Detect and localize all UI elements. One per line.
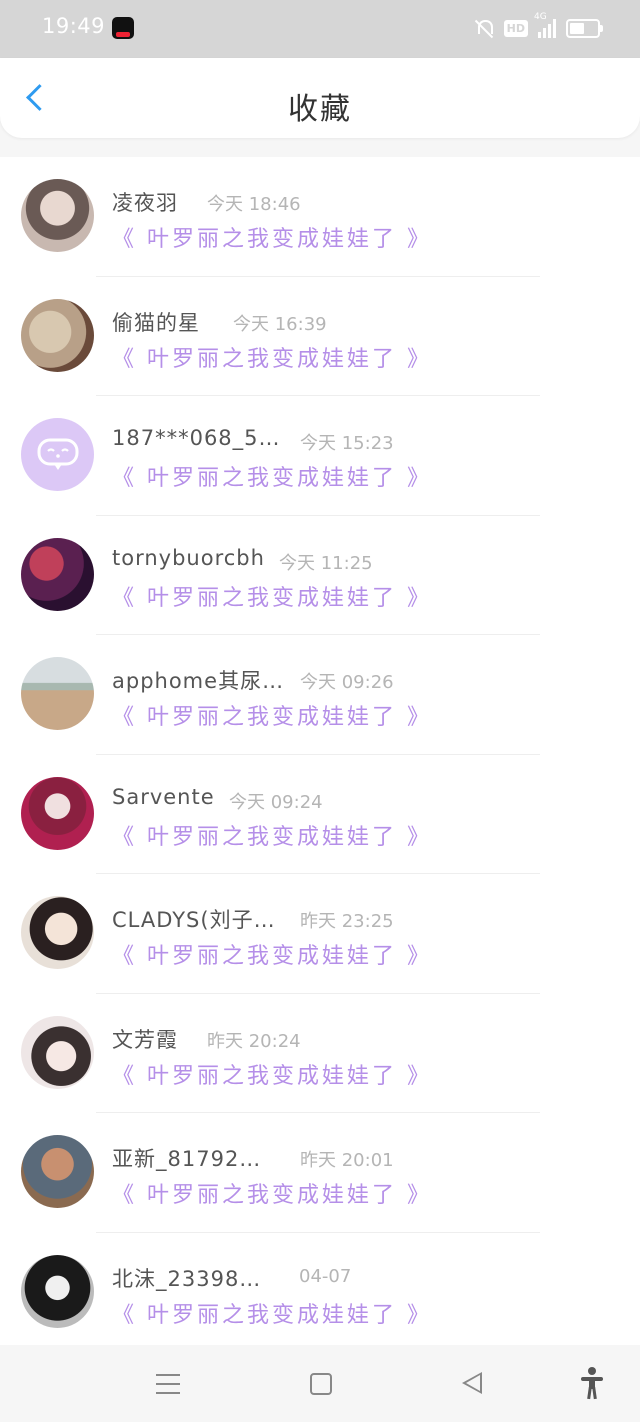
- collect-time: 昨天 20:24: [207, 1030, 301, 1052]
- book-title-link[interactable]: 《 叶罗丽之我变成娃娃了 》: [112, 221, 432, 253]
- avatar[interactable]: [21, 1254, 94, 1328]
- avatar[interactable]: [21, 896, 94, 969]
- book-title-link[interactable]: 《 叶罗丽之我变成娃娃了 》: [112, 1297, 432, 1329]
- book-title-link[interactable]: 《 叶罗丽之我变成娃娃了 》: [112, 938, 432, 970]
- status-icons: HD 4G: [474, 12, 603, 40]
- avatar[interactable]: [21, 298, 94, 372]
- list-item[interactable]: 偷猫的星 今天 16:39 《 叶罗丽之我变成娃娃了 》: [0, 277, 640, 396]
- favorites-list: 凌夜羽 今天 18:46 《 叶罗丽之我变成娃娃了 》 偷猫的星 今天 16:3…: [0, 157, 640, 1352]
- collect-time: 昨天 23:25: [300, 911, 394, 932]
- default-chat-avatar[interactable]: [21, 418, 94, 491]
- system-nav-bar: [0, 1345, 640, 1422]
- back-triangle-icon[interactable]: [462, 1372, 484, 1394]
- user-name: 亚新_81792…: [112, 1147, 262, 1171]
- user-name: tornybuorcbh: [112, 545, 265, 570]
- book-title-link[interactable]: 《 叶罗丽之我变成娃娃了 》: [112, 580, 432, 612]
- list-item[interactable]: 亚新_81792… 昨天 20:01 《 叶罗丽之我变成娃娃了 》: [0, 1113, 640, 1233]
- avatar[interactable]: [21, 657, 94, 730]
- list-item[interactable]: apphome其尿… 今天 09:26 《 叶罗丽之我变成娃娃了 》: [0, 635, 640, 755]
- mute-icon: [474, 18, 494, 38]
- collect-time: 今天 18:46: [207, 194, 301, 215]
- user-name: CLADYS(刘子…: [112, 908, 276, 932]
- collect-time: 今天 16:39: [233, 313, 327, 335]
- list-item[interactable]: 凌夜羽 今天 18:46 《 叶罗丽之我变成娃娃了 》: [0, 157, 640, 277]
- list-item[interactable]: CLADYS(刘子… 昨天 23:25 《 叶罗丽之我变成娃娃了 》: [0, 874, 640, 994]
- page-title: 收藏: [288, 92, 352, 127]
- user-name: 文芳霞: [112, 1027, 178, 1052]
- book-title-link[interactable]: 《 叶罗丽之我变成娃娃了 》: [112, 460, 432, 492]
- tiktok-app-icon: [112, 17, 134, 39]
- avatar[interactable]: [21, 776, 94, 850]
- hd-icon: HD: [503, 19, 528, 37]
- list-item[interactable]: 文芳霞 昨天 20:24 《 叶罗丽之我变成娃娃了 》: [0, 994, 640, 1113]
- avatar[interactable]: [21, 1135, 94, 1208]
- battery-icon: [566, 18, 603, 38]
- collect-time: 今天 09:24: [229, 791, 323, 813]
- status-time: 19:49: [42, 14, 106, 38]
- book-title-link[interactable]: 《 叶罗丽之我变成娃娃了 》: [112, 1058, 432, 1090]
- collect-time: 今天 09:26: [300, 672, 394, 693]
- avatar[interactable]: [21, 179, 94, 252]
- list-item[interactable]: 187***068_5… 今天 15:23 《 叶罗丽之我变成娃娃了 》: [0, 396, 640, 516]
- book-title-link[interactable]: 《 叶罗丽之我变成娃娃了 》: [112, 341, 432, 373]
- menu-icon[interactable]: [156, 1374, 180, 1394]
- accessibility-icon[interactable]: [580, 1367, 604, 1400]
- collect-time: 昨天 20:01: [300, 1150, 394, 1171]
- list-item[interactable]: Sarvente 今天 09:24 《 叶罗丽之我变成娃娃了 》: [0, 755, 640, 874]
- avatar[interactable]: [21, 1015, 94, 1089]
- status-bar: 19:49 HD 4G: [0, 0, 640, 58]
- book-title-link[interactable]: 《 叶罗丽之我变成娃娃了 》: [112, 819, 432, 851]
- signal-icon: 4G: [534, 12, 556, 38]
- book-title-link[interactable]: 《 叶罗丽之我变成娃娃了 》: [112, 699, 432, 731]
- page-header: 收藏: [0, 58, 640, 138]
- user-name: 187***068_5…: [112, 426, 281, 450]
- network-label: 4G: [534, 12, 547, 22]
- list-item[interactable]: tornybuorcbh 今天 11:25 《 叶罗丽之我变成娃娃了 》: [0, 516, 640, 635]
- collect-time: 今天 11:25: [279, 552, 373, 574]
- user-name: 凌夜羽: [112, 191, 178, 215]
- book-title-link[interactable]: 《 叶罗丽之我变成娃娃了 》: [112, 1177, 432, 1209]
- collect-time: 04-07: [299, 1265, 352, 1287]
- list-item[interactable]: 北沫_23398… 04-07 《 叶罗丽之我变成娃娃了 》: [0, 1233, 640, 1353]
- user-name: apphome其尿…: [112, 669, 285, 693]
- collect-time: 今天 15:23: [300, 433, 394, 454]
- user-name: 北沫_23398…: [112, 1266, 262, 1291]
- home-square-icon[interactable]: [310, 1373, 332, 1395]
- user-name: 偷猫的星: [112, 310, 200, 335]
- chat-bubble-icon: [37, 438, 78, 470]
- avatar[interactable]: [21, 537, 94, 611]
- user-name: Sarvente: [112, 784, 215, 809]
